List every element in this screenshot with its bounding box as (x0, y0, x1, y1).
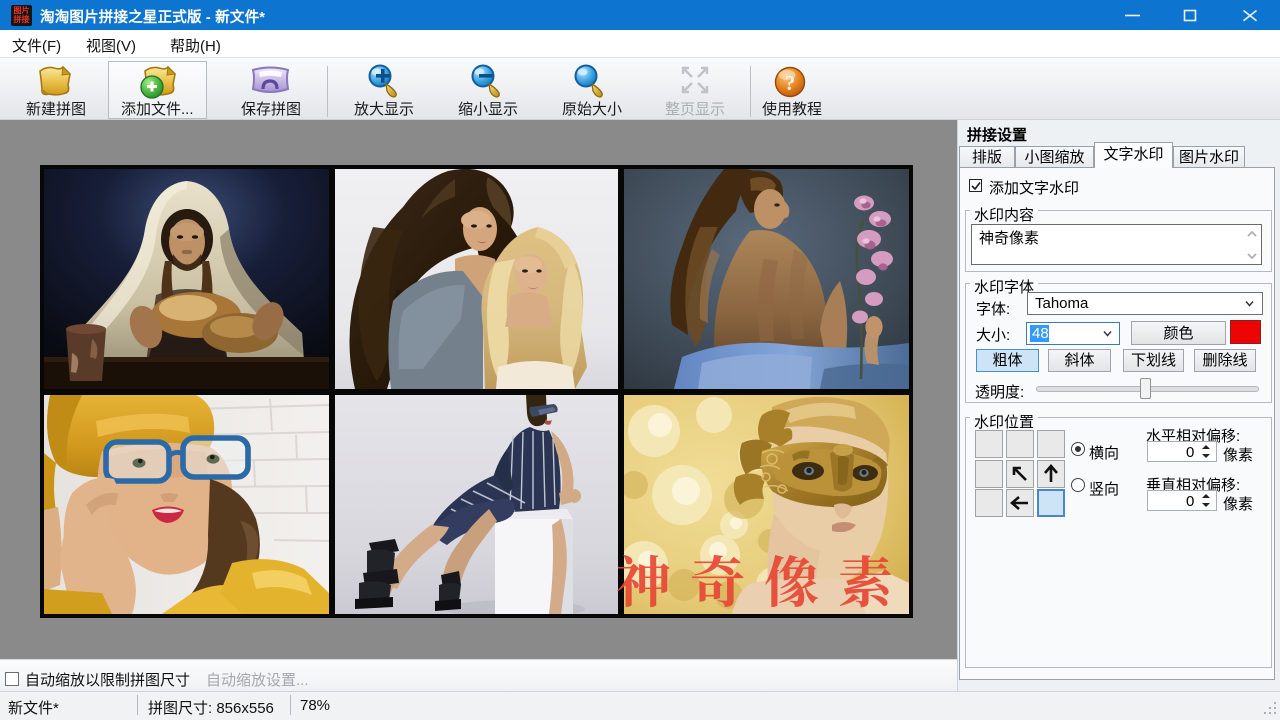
svg-text:?: ? (785, 71, 796, 95)
